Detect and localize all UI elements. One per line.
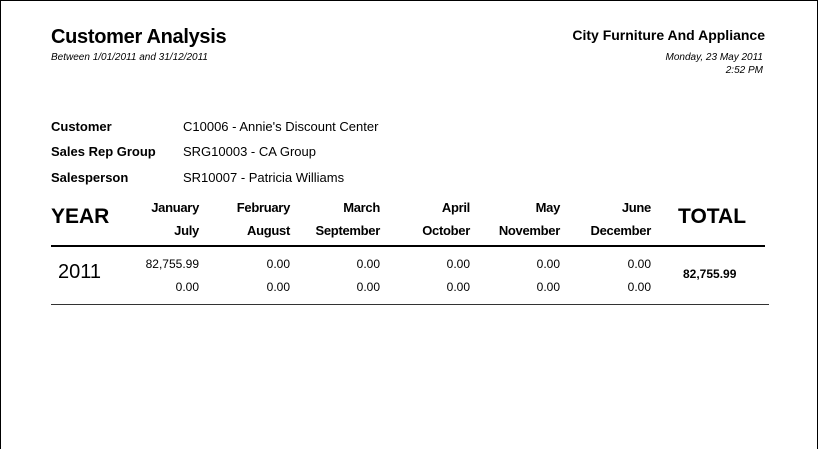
cell-august: 0.00	[266, 280, 290, 294]
cell-march: 0.00	[356, 257, 380, 271]
customer-label: Customer	[51, 119, 112, 134]
cell-january: 82,755.99	[145, 257, 199, 271]
month-header-october: October	[422, 223, 470, 238]
month-header-march: March	[343, 200, 380, 215]
customer-value: C10006 - Annie's Discount Center	[183, 119, 379, 134]
cell-february: 0.00	[266, 257, 290, 271]
header-divider	[51, 245, 765, 247]
month-header-february: February	[236, 200, 291, 215]
cell-june: 0.00	[627, 257, 651, 271]
month-header-july: July	[174, 223, 199, 238]
row-total: 82,755.99	[683, 267, 737, 281]
footer-divider	[51, 304, 769, 305]
salesperson-label: Salesperson	[51, 170, 129, 185]
report-title: Customer Analysis	[51, 26, 227, 48]
year-column-header: YEAR	[51, 205, 110, 228]
month-header-december: December	[590, 223, 652, 238]
total-column-header: TOTAL	[678, 205, 747, 228]
month-header-april: April	[441, 200, 470, 215]
cell-april: 0.00	[446, 257, 470, 271]
cell-july: 0.00	[175, 280, 199, 294]
row-year: 2011	[58, 261, 102, 283]
report-date: Monday, 23 May 2011	[665, 52, 763, 63]
salesperson-value: SR10007 - Patricia Williams	[183, 170, 345, 185]
cell-may: 0.00	[536, 257, 560, 271]
month-header-november: November	[498, 223, 560, 238]
month-header-september: September	[315, 223, 381, 238]
cell-september: 0.00	[356, 280, 380, 294]
cell-november: 0.00	[536, 280, 560, 294]
month-header-august: August	[247, 223, 290, 238]
report-time: 2:52 PM	[725, 65, 763, 76]
month-header-june: June	[621, 200, 651, 215]
sales-rep-group-label: Sales Rep Group	[51, 144, 156, 159]
month-header-january: January	[151, 200, 199, 215]
report-page: Customer Analysis Between 1/01/2011 and …	[0, 0, 818, 449]
cell-october: 0.00	[446, 280, 470, 294]
month-header-may: May	[535, 200, 561, 215]
cell-december: 0.00	[627, 280, 651, 294]
company-name: City Furniture And Appliance	[572, 27, 765, 43]
report-date-range: Between 1/01/2011 and 31/12/2011	[51, 52, 208, 63]
sales-rep-group-value: SRG10003 - CA Group	[183, 144, 316, 159]
